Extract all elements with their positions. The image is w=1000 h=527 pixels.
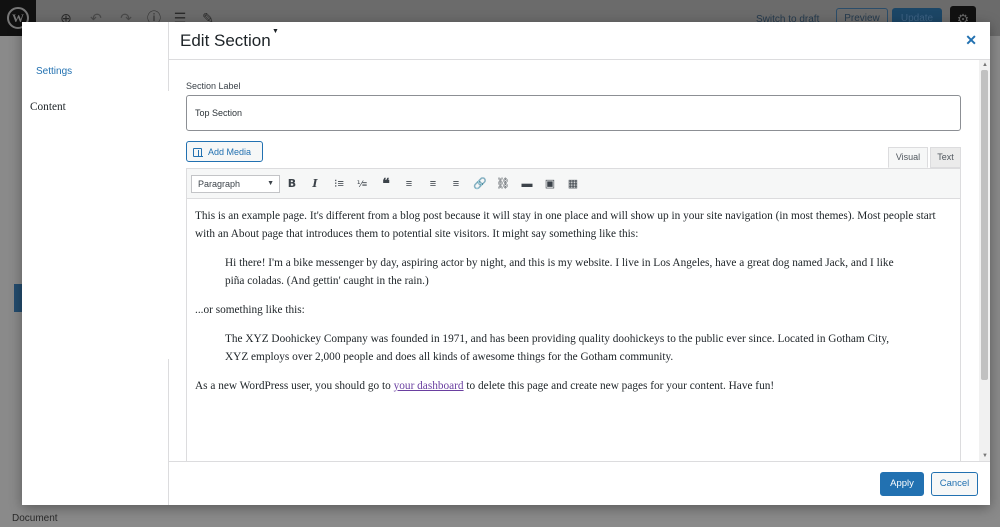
editor-content[interactable]: This is an example page. It's different … <box>187 200 960 461</box>
paragraph: This is an example page. It's different … <box>195 210 936 240</box>
edit-section-modal: Settings Content Edit Section ▼ ✕ Sectio… <box>22 22 990 505</box>
numbered-list-icon[interactable]: ⅟≡ <box>353 176 371 192</box>
media-icon <box>193 147 204 157</box>
add-media-label: Add Media <box>208 146 252 157</box>
close-icon[interactable]: ✕ <box>965 32 977 49</box>
paragraph-text: to delete this page and create new pages… <box>463 380 775 392</box>
modal-header: Edit Section ▼ ✕ <box>169 22 990 60</box>
bold-icon[interactable]: B <box>283 176 301 192</box>
toolbar-toggle-icon[interactable]: ▦ <box>564 176 582 192</box>
dashboard-link[interactable]: your dashboard <box>394 380 464 392</box>
media-icon[interactable]: ▣ <box>541 176 559 192</box>
read-more-icon[interactable]: ▬ <box>518 176 536 192</box>
paragraph: ...or something like this: <box>195 304 305 316</box>
blockquote: The XYZ Doohickey Company was founded in… <box>225 333 890 363</box>
modal-sidebar: Settings Content <box>22 22 795 505</box>
format-select-value: Paragraph <box>198 179 241 189</box>
caret-down-icon: ▼ <box>272 28 279 35</box>
insert-link-icon[interactable]: 🔗 <box>471 176 489 192</box>
modal-body: Section Label Add Media Visual Text Para… <box>169 60 990 461</box>
modal-footer: Apply Cancel <box>169 461 990 505</box>
blockquote: Hi there! I'm a bike messenger by day, a… <box>225 257 894 287</box>
scroll-down-icon[interactable]: ▼ <box>982 453 988 459</box>
sidebar-item-settings[interactable]: Settings <box>36 66 72 77</box>
align-center-icon[interactable]: ≡ <box>424 176 442 192</box>
apply-button[interactable]: Apply <box>880 472 924 496</box>
modal-title: Edit Section <box>180 31 271 50</box>
scrollbar-thumb[interactable] <box>981 70 988 380</box>
chevron-down-icon: ▼ <box>267 180 274 187</box>
tab-visual[interactable]: Visual <box>888 147 928 168</box>
document-label: Document <box>12 513 58 524</box>
remove-link-icon[interactable]: ⛓ <box>494 176 512 192</box>
bullet-list-icon[interactable]: ⁝≡ <box>330 176 348 192</box>
scroll-up-icon[interactable]: ▲ <box>982 62 988 68</box>
italic-icon[interactable]: I <box>306 176 324 192</box>
editor-toolbar: Paragraph ▼ B I ⁝≡ ⅟≡ ❝ ≡ ≡ ≡ 🔗 ⛓ ▬ ▣ ▦ <box>187 169 960 199</box>
rich-text-editor: Paragraph ▼ B I ⁝≡ ⅟≡ ❝ ≡ ≡ ≡ 🔗 ⛓ ▬ ▣ ▦ … <box>186 168 961 461</box>
add-media-button[interactable]: Add Media <box>186 141 263 162</box>
section-label-input[interactable] <box>186 95 961 131</box>
format-select[interactable]: Paragraph ▼ <box>191 175 280 193</box>
paragraph-text: As a new WordPress user, you should go t… <box>195 380 394 392</box>
section-label-heading: Section Label <box>186 81 241 91</box>
modal-scrollbar[interactable]: ▲ ▼ <box>979 60 990 461</box>
tab-text[interactable]: Text <box>930 147 961 168</box>
cancel-button[interactable]: Cancel <box>931 472 978 496</box>
blockquote-icon[interactable]: ❝ <box>377 176 395 192</box>
align-right-icon[interactable]: ≡ <box>447 176 465 192</box>
align-left-icon[interactable]: ≡ <box>400 176 418 192</box>
paragraph: As a new WordPress user, you should go t… <box>195 377 952 395</box>
